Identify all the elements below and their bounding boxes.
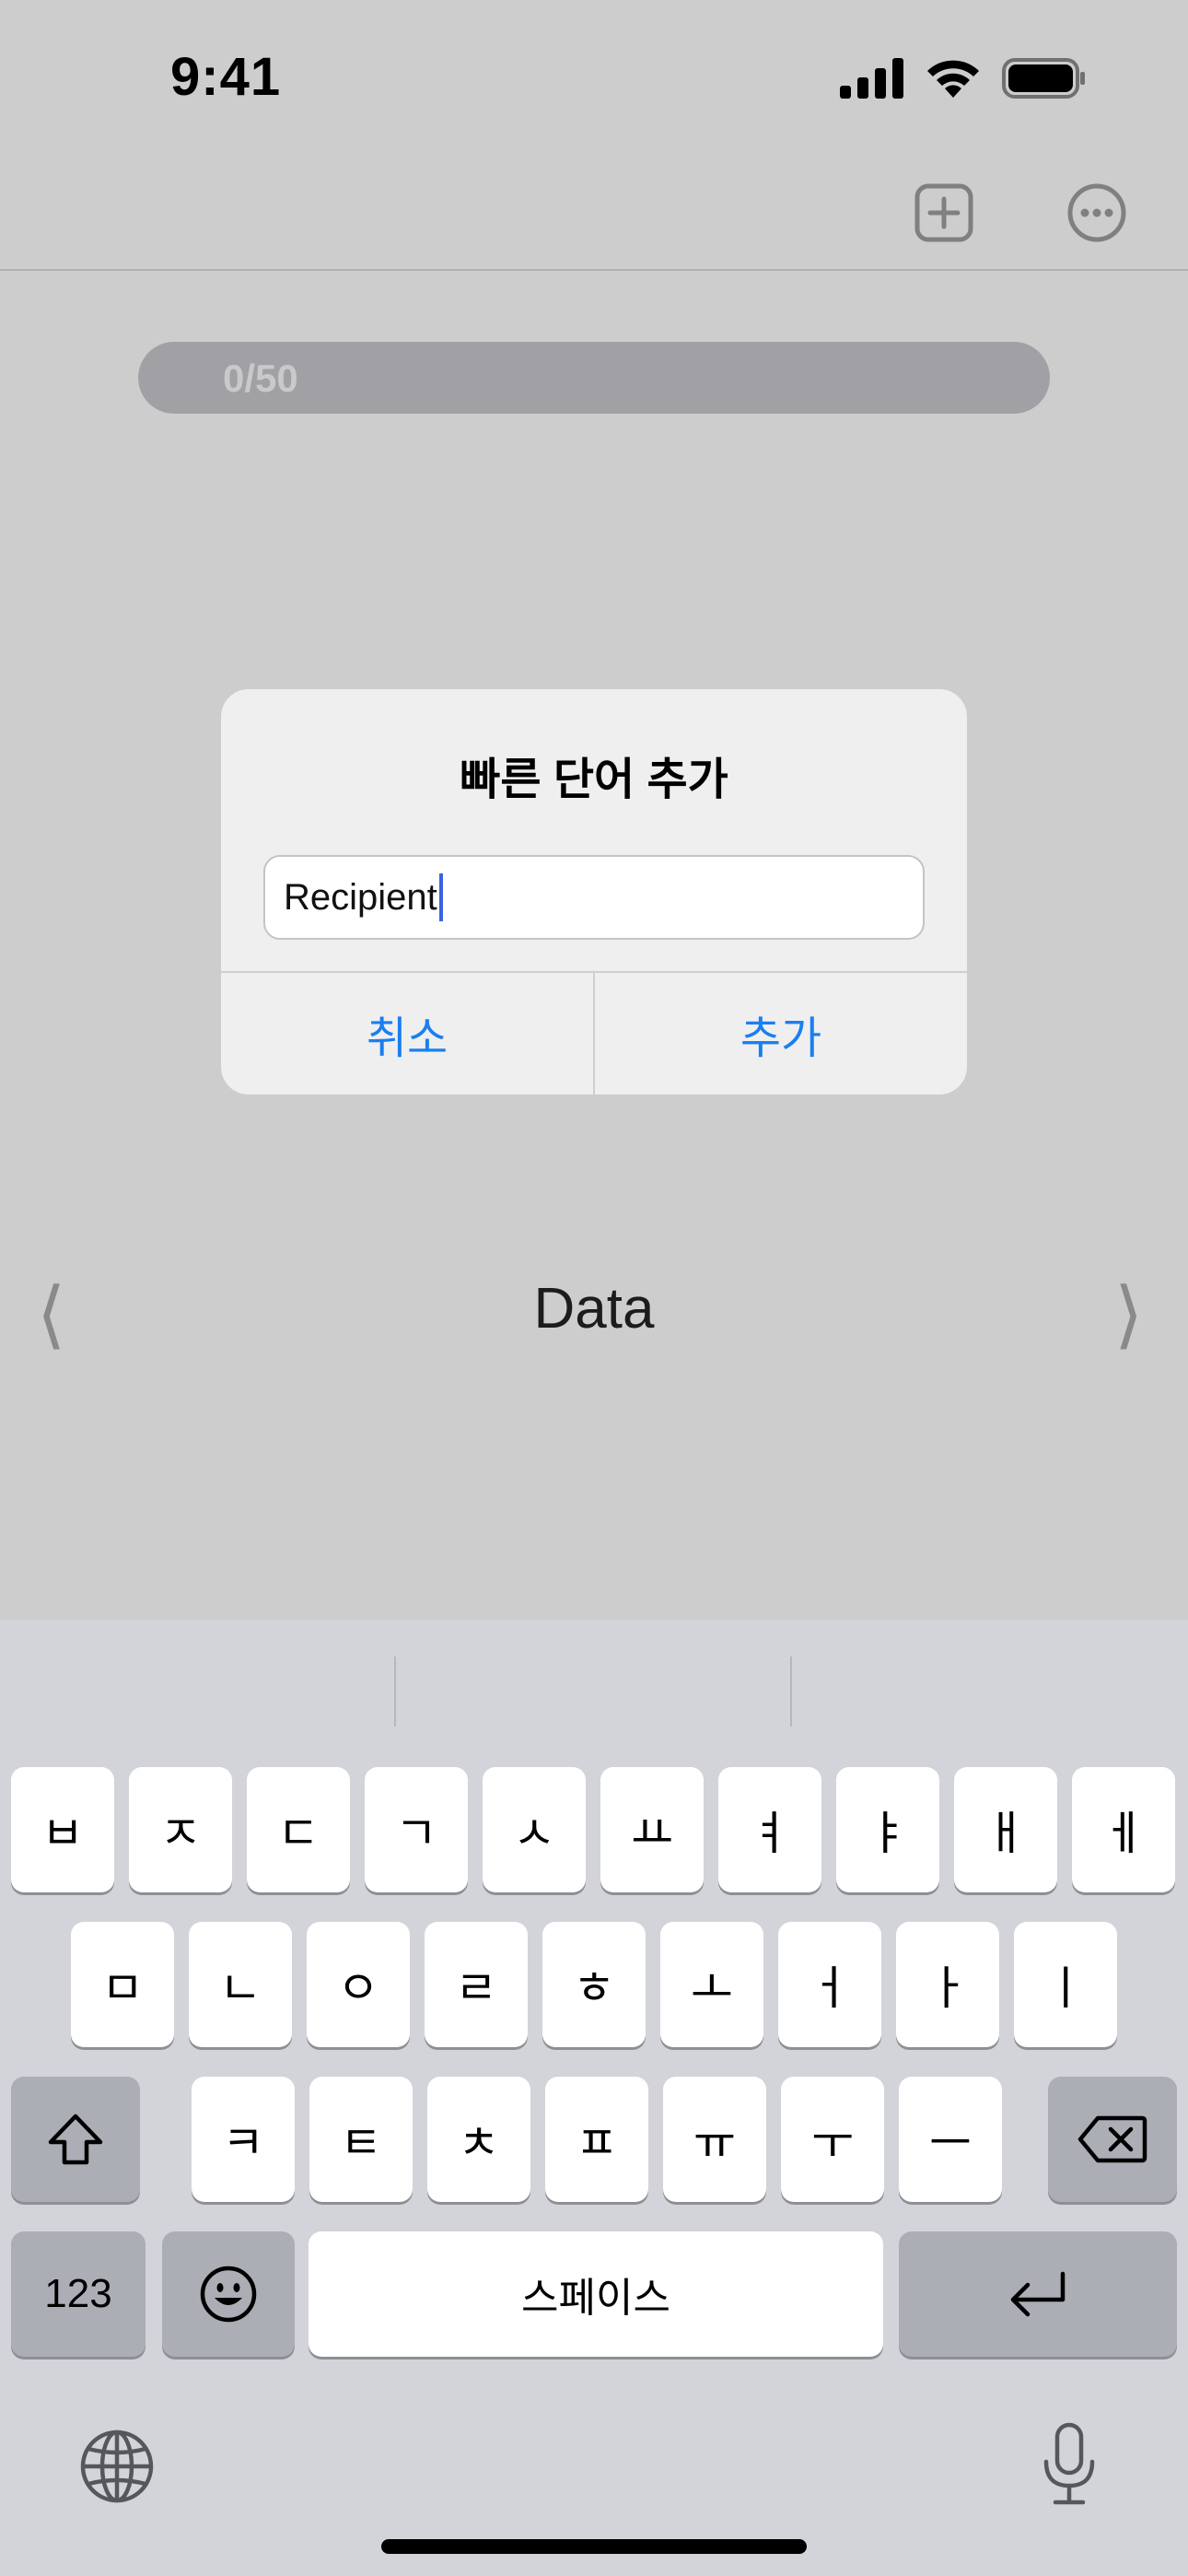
status-icons — [840, 57, 1087, 100]
status-bar: 9:41 — [0, 0, 1188, 157]
next-word-button[interactable]: ⟩ — [1114, 1271, 1143, 1357]
key-row2-5[interactable]: ㅗ — [660, 1922, 763, 2047]
suggestion-divider — [790, 1657, 792, 1727]
key-row2-4[interactable]: ㅎ — [542, 1922, 646, 2047]
suggestion-divider — [394, 1657, 396, 1727]
key-row3-4[interactable]: ㅠ — [663, 2077, 766, 2202]
shift-key[interactable] — [11, 2077, 140, 2202]
key-row2-6[interactable]: ㅓ — [778, 1922, 881, 2047]
emoji-icon — [200, 2266, 257, 2323]
key-row3-5[interactable]: ㅜ — [781, 2077, 884, 2202]
cancel-button[interactable]: 취소 — [221, 973, 595, 1095]
key-row2-0[interactable]: ㅁ — [71, 1922, 174, 2047]
battery-icon — [1002, 58, 1085, 99]
key-row1-4[interactable]: ㅅ — [483, 1767, 586, 1892]
home-indicator — [381, 2539, 807, 2554]
current-word: Data — [533, 1277, 655, 1341]
progress-bar: 0/50 — [138, 342, 1050, 414]
numbers-key[interactable]: 123 — [11, 2231, 146, 2357]
shift-icon — [48, 2113, 103, 2165]
key-row1-9[interactable]: ㅔ — [1072, 1767, 1175, 1892]
keyboard: 123 스페이스 ㅂㅈㄷㄱㅅㅛㅕㅑㅐㅔㅁㄴㅇㄹㅎㅗㅓㅏㅣㅋㅌㅊㅍㅠㅜㅡ — [0, 1620, 1188, 2576]
key-row2-8[interactable]: ㅣ — [1014, 1922, 1117, 2047]
dialog-buttons: 취소 추가 — [221, 971, 967, 1095]
wifi-icon — [927, 60, 979, 98]
key-row3-0[interactable]: ㅋ — [192, 2077, 295, 2202]
text-caret — [438, 873, 443, 921]
key-row1-5[interactable]: ㅛ — [600, 1767, 704, 1892]
key-row3-3[interactable]: ㅍ — [545, 2077, 648, 2202]
return-key[interactable] — [899, 2231, 1177, 2357]
quick-add-word-dialog: 빠른 단어 추가 Recipient 취소 추가 — [221, 689, 967, 1095]
key-row1-0[interactable]: ㅂ — [11, 1767, 114, 1892]
key-row2-3[interactable]: ㄹ — [425, 1922, 528, 2047]
key-row2-1[interactable]: ㄴ — [189, 1922, 292, 2047]
add-button[interactable]: 추가 — [595, 973, 967, 1095]
more-options-button[interactable] — [1066, 182, 1127, 243]
key-row1-8[interactable]: ㅐ — [954, 1767, 1057, 1892]
key-row3-6[interactable]: ㅡ — [899, 2077, 1002, 2202]
key-row1-1[interactable]: ㅈ — [129, 1767, 232, 1892]
key-row1-7[interactable]: ㅑ — [836, 1767, 939, 1892]
key-row2-7[interactable]: ㅏ — [896, 1922, 999, 2047]
nav-bar — [0, 157, 1188, 271]
add-word-button[interactable] — [914, 182, 974, 243]
delete-key[interactable] — [1048, 2077, 1177, 2202]
word-input[interactable]: Recipient — [263, 855, 925, 940]
globe-icon[interactable] — [79, 2429, 155, 2504]
key-row1-6[interactable]: ㅕ — [718, 1767, 821, 1892]
progress-label: 0/50 — [223, 357, 298, 400]
delete-icon — [1077, 2115, 1147, 2163]
emoji-key[interactable] — [162, 2231, 295, 2357]
key-row3-1[interactable]: ㅌ — [309, 2077, 413, 2202]
word-input-value: Recipient — [284, 876, 437, 918]
key-row3-2[interactable]: ㅊ — [427, 2077, 530, 2202]
return-icon — [1010, 2271, 1066, 2317]
dialog-title: 빠른 단어 추가 — [460, 755, 728, 804]
microphone-icon[interactable] — [1041, 2421, 1098, 2508]
ellipsis-circle-icon — [1067, 183, 1126, 242]
key-row1-2[interactable]: ㄷ — [247, 1767, 350, 1892]
key-row1-3[interactable]: ㄱ — [365, 1767, 468, 1892]
status-time: 9:41 — [170, 47, 282, 107]
plus-square-icon — [914, 183, 973, 242]
cellular-signal-icon — [840, 58, 903, 99]
space-key[interactable]: 스페이스 — [309, 2231, 883, 2357]
key-row2-2[interactable]: ㅇ — [307, 1922, 410, 2047]
